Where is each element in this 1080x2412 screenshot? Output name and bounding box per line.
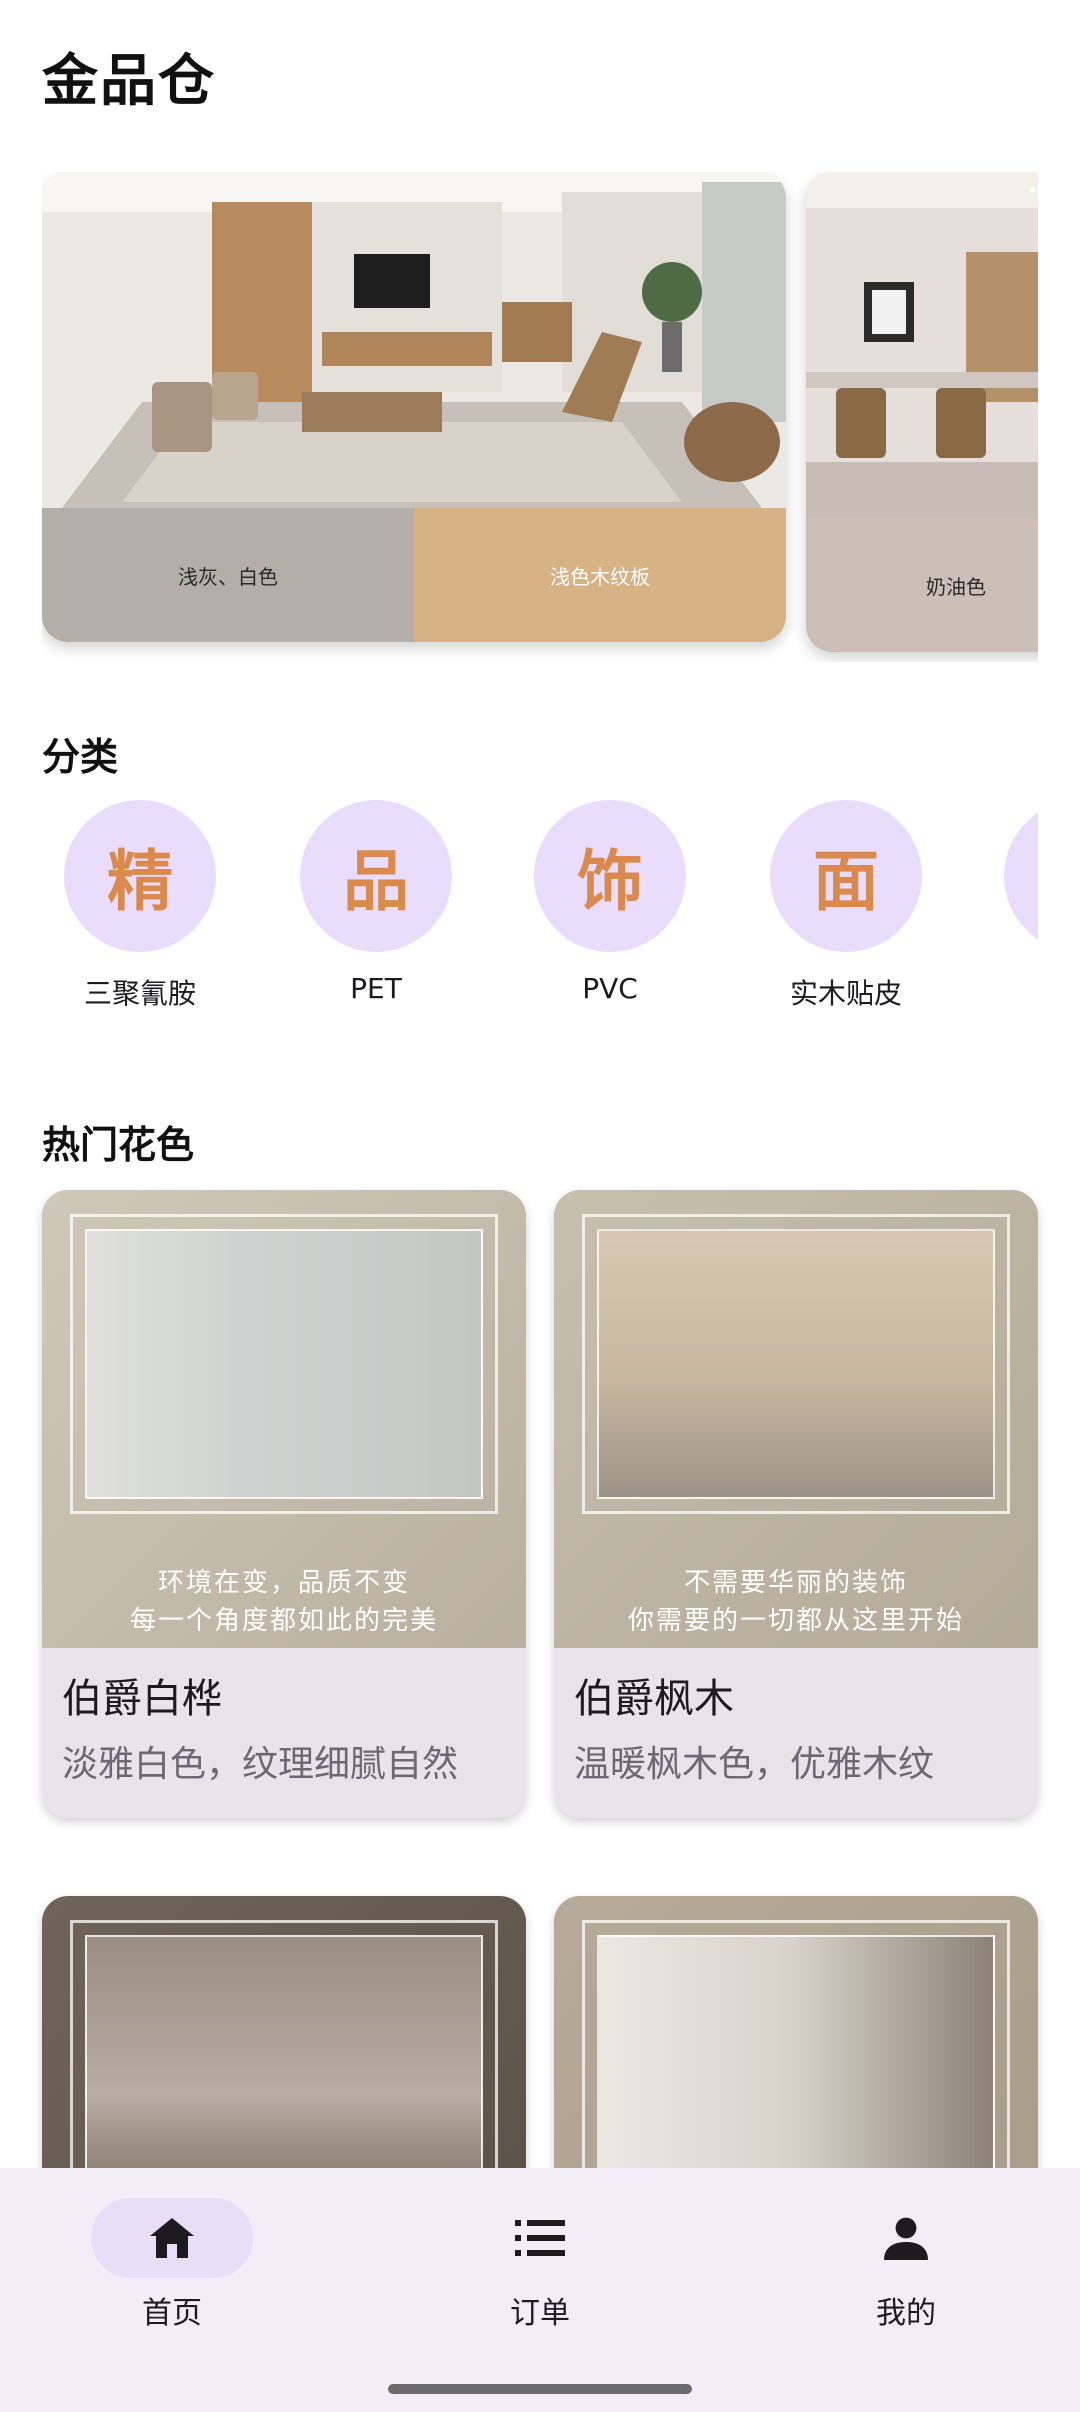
gesture-handle[interactable] [388, 2384, 692, 2394]
category-list[interactable]: 精 三聚氰胺 品 PET 饰 PVC 面 实木贴皮 [42, 800, 1038, 1020]
product-card[interactable]: 不需要华丽的装饰 你需要的一切都从这里开始 伯爵枫木 温暖枫木色，优雅木纹 [554, 1190, 1038, 1818]
product-slogan: 不需要华丽的装饰 [683, 1568, 908, 1598]
category-label: 实木贴皮 [789, 977, 902, 1010]
banner-card[interactable]: 浅灰、白色 浅色木纹板 [42, 172, 786, 642]
category-label: PET [350, 972, 402, 1005]
picture-frame [582, 1214, 1010, 1514]
more-icon: •••• [1027, 178, 1038, 202]
category-item-melamine[interactable]: 精 三聚氰胺 [42, 800, 238, 1012]
product-card[interactable]: 环境在变，品质不变 每一个角度都如此的完美 伯爵白桦 淡雅白色，纹理细腻自然 [42, 1190, 526, 1818]
category-glyph [1004, 800, 1038, 952]
product-image: 不需要华丽的装饰 你需要的一切都从这里开始 [554, 1190, 1038, 1648]
swatch-cream: 奶油色 [806, 518, 1038, 652]
category-item-partial[interactable] [982, 800, 1038, 972]
living-room-photo [42, 172, 786, 508]
app-screen: 金品仓 浅灰、白色 浅色木纹板 奶油色 分类 精 三聚氰胺 品 PET 饰 PV… [0, 0, 1080, 2412]
category-glyph: 面 [770, 800, 922, 952]
product-slogan: 每一个角度都如此的完美 [129, 1606, 438, 1636]
category-label: PVC [582, 972, 638, 1005]
nav-item-home[interactable]: 首页 [52, 2198, 292, 2332]
category-item-wood-veneer[interactable]: 面 实木贴皮 [748, 800, 944, 1012]
category-glyph: 精 [64, 800, 216, 952]
product-name: 伯爵白桦 [62, 1676, 222, 1722]
product-name: 伯爵枫木 [574, 1676, 734, 1722]
swatch-light-wood: 浅色木纹板 [414, 508, 786, 642]
nav-label: 订单 [510, 2296, 570, 2331]
dining-room-photo: •••• [806, 172, 1038, 518]
category-item-pvc[interactable]: 饰 PVC [512, 800, 708, 1005]
nav-item-profile[interactable]: 我的 [786, 2198, 1026, 2332]
banner-carousel[interactable]: 浅灰、白色 浅色木纹板 •••• 奶油色 [42, 172, 1038, 662]
nav-item-orders[interactable]: 订单 [420, 2198, 660, 2332]
banner-card[interactable]: •••• 奶油色 [806, 172, 1038, 652]
app-title: 金品仓 [42, 49, 216, 114]
product-slogan: 环境在变，品质不变 [157, 1568, 410, 1598]
list-icon [515, 2220, 565, 2256]
category-glyph: 饰 [534, 800, 686, 952]
category-label: 三聚氰胺 [83, 977, 196, 1010]
nav-label: 我的 [876, 2296, 936, 2331]
category-item-pet[interactable]: 品 PET [278, 800, 474, 1005]
product-image: 环境在变，品质不变 每一个角度都如此的完美 [42, 1190, 526, 1648]
bottom-navigation: 首页 订单 我的 [0, 2168, 1080, 2412]
section-title-categories: 分类 [42, 735, 119, 779]
section-title-hot-colors: 热门花色 [42, 1123, 195, 1167]
swatch-light-gray-white: 浅灰、白色 [42, 508, 414, 642]
category-glyph: 品 [300, 800, 452, 952]
product-description: 淡雅白色，纹理细腻自然 [62, 1744, 459, 1785]
picture-frame [70, 1214, 498, 1514]
product-description: 温暖枫木色，优雅木纹 [574, 1744, 935, 1785]
person-icon [884, 2217, 928, 2260]
nav-label: 首页 [142, 2296, 202, 2331]
home-icon [150, 2218, 194, 2258]
product-slogan: 你需要的一切都从这里开始 [627, 1606, 964, 1636]
